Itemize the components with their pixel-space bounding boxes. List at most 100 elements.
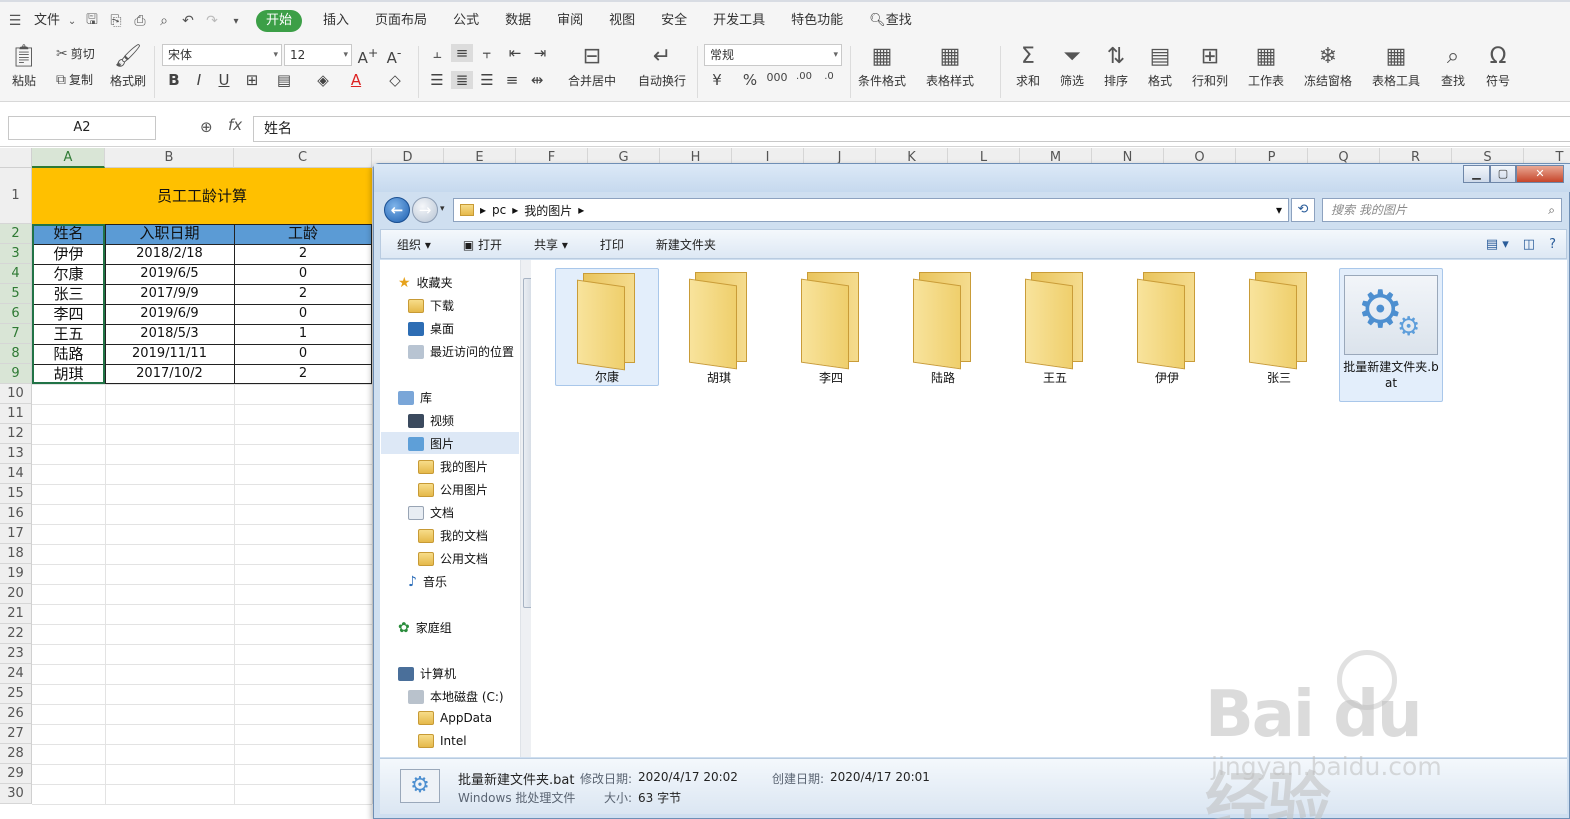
row-header[interactable]: 7 — [0, 324, 32, 344]
tab-7[interactable]: 安全 — [648, 1, 700, 41]
align-right-icon[interactable]: ☰ — [476, 71, 498, 89]
row-header[interactable]: 15 — [0, 484, 32, 504]
back-button[interactable]: ← — [384, 197, 410, 223]
row-header[interactable]: 22 — [0, 624, 32, 644]
help-icon[interactable]: ? — [1549, 237, 1556, 252]
italic-icon[interactable]: I — [188, 71, 210, 89]
row-header[interactable]: 16 — [0, 504, 32, 524]
fill-color-icon[interactable]: ◈ — [312, 71, 334, 89]
open-button[interactable]: ▣ 打开 — [447, 236, 518, 253]
align-bottom-icon[interactable]: ⫟ — [476, 44, 498, 62]
nav-videos[interactable]: 视频 — [408, 412, 454, 429]
row-header[interactable]: 20 — [0, 584, 32, 604]
number-format-select[interactable]: 常规 ▾ — [704, 44, 842, 66]
folder-item[interactable]: 王五 — [1003, 268, 1107, 386]
row-header[interactable]: 30 — [0, 784, 32, 804]
wrap-text-button[interactable]: ↵ 自动换行 — [638, 44, 686, 89]
freeze-button[interactable]: ❄ 冻结窗格 — [1304, 44, 1352, 89]
font-size-select[interactable]: 12 ▾ — [284, 44, 352, 66]
currency-icon[interactable]: ¥ — [706, 71, 728, 89]
decrease-decimal-icon[interactable]: .0 — [818, 71, 840, 82]
share-button[interactable]: 共享 ▾ — [518, 236, 584, 253]
breadcrumb-my-pictures[interactable]: 我的图片 — [524, 202, 572, 219]
row-header[interactable]: 12 — [0, 424, 32, 444]
tab-5[interactable]: 审阅 — [544, 1, 596, 41]
cut-button[interactable]: ✂ 剪切 — [56, 45, 95, 62]
tab-6[interactable]: 视图 — [596, 1, 648, 41]
merge-center-button[interactable]: ⊟ 合并居中 — [568, 44, 616, 89]
row-header[interactable]: 13 — [0, 444, 32, 464]
find-button[interactable]: ⌕ 查找 — [1441, 44, 1465, 89]
indent-increase-icon[interactable]: ⇥ — [529, 44, 551, 62]
nav-my-documents[interactable]: 我的文档 — [418, 527, 488, 544]
nav-appdata[interactable]: AppData — [418, 711, 492, 725]
new-folder-button[interactable]: 新建文件夹 — [640, 236, 732, 253]
history-dropdown-icon[interactable]: ▾ — [440, 204, 445, 214]
align-center-icon[interactable]: ≣ — [451, 71, 473, 89]
row-header[interactable]: 9 — [0, 364, 32, 384]
address-bar[interactable]: ▸ pc ▸ 我的图片 ▸ ▾ — [453, 198, 1289, 222]
format-painter-button[interactable]: 🖌︎ 格式刷 — [110, 44, 146, 89]
cell-style-icon[interactable]: ▤ — [273, 71, 295, 89]
row-header[interactable]: 17 — [0, 524, 32, 544]
row-header[interactable]: 8 — [0, 344, 32, 364]
folder-item[interactable]: 伊伊 — [1115, 268, 1219, 386]
row-header[interactable]: 25 — [0, 684, 32, 704]
row-header[interactable]: 18 — [0, 544, 32, 564]
redo-icon[interactable]: ↷ — [200, 1, 224, 41]
paste-button[interactable]: 📋︎ 粘贴 — [10, 44, 38, 89]
formula-input[interactable]: 姓名 — [253, 116, 1570, 142]
minimize-button[interactable]: ▁ — [1463, 165, 1490, 183]
breadcrumb-pc[interactable]: pc — [492, 203, 506, 217]
fx-icon[interactable]: fx — [228, 116, 242, 134]
column-header[interactable]: C — [234, 148, 372, 168]
row-header[interactable]: 4 — [0, 264, 32, 284]
column-header[interactable]: B — [105, 148, 234, 168]
table-tools-button[interactable]: ▦ 表格工具 — [1372, 44, 1420, 89]
increase-decimal-icon[interactable]: .00 — [793, 71, 815, 82]
save-icon[interactable]: 🖫 — [80, 1, 104, 41]
tab-3[interactable]: 公式 — [440, 1, 492, 41]
underline-icon[interactable]: U — [213, 71, 235, 89]
refresh-icon[interactable]: ⟲ — [1291, 198, 1315, 222]
thousands-icon[interactable]: 000 — [766, 71, 788, 84]
folder-item[interactable]: 尔康 — [555, 268, 659, 386]
eraser-icon[interactable]: ◇ — [384, 71, 406, 89]
window-titlebar[interactable]: ▁ ▢ ✕ — [374, 164, 1570, 192]
sum-button[interactable]: Σ 求和 — [1016, 44, 1040, 89]
organize-button[interactable]: 组织 ▾ — [381, 236, 447, 253]
indent-decrease-icon[interactable]: ⇤ — [504, 44, 526, 62]
format-button[interactable]: ▤ 格式 — [1148, 44, 1172, 89]
copy-button[interactable]: ⧉ 复制 — [56, 71, 93, 88]
search-input[interactable]: 搜索 我的图片 ⌕ — [1322, 198, 1562, 222]
hamburger-icon[interactable]: ☰ — [0, 1, 30, 41]
nav-public-documents[interactable]: 公用文档 — [418, 550, 488, 567]
nav-favorites[interactable]: ★ 收藏夹 — [398, 274, 453, 291]
row-header[interactable]: 5 — [0, 284, 32, 304]
nav-homegroup[interactable]: ✿ 家庭组 — [398, 619, 452, 636]
preview-icon[interactable]: ⌕ — [152, 1, 176, 41]
align-left-icon[interactable]: ☰ — [426, 71, 448, 89]
nav-public-pictures[interactable]: 公用图片 — [418, 481, 488, 498]
file-item-bat[interactable]: ⚙ ⚙ 批量新建文件夹.bat — [1339, 268, 1443, 402]
row-header[interactable]: 1 — [0, 168, 32, 224]
nav-pictures[interactable]: 图片 — [408, 435, 454, 452]
name-box[interactable]: A2 — [8, 116, 156, 140]
nav-intel[interactable]: Intel — [418, 734, 467, 748]
row-col-button[interactable]: ⊞ 行和列 — [1192, 44, 1228, 89]
filter-button[interactable]: ⏷ 筛选 — [1060, 44, 1084, 89]
folder-item[interactable]: 陆路 — [891, 268, 995, 386]
row-header[interactable]: 21 — [0, 604, 32, 624]
undo-icon[interactable]: ↶ — [176, 1, 200, 41]
font-shrink-icon[interactable]: A- — [383, 45, 405, 67]
table-style-button[interactable]: ▦ 表格样式 — [926, 44, 974, 89]
conditional-format-button[interactable]: ▦ 条件格式 — [858, 44, 906, 89]
row-header[interactable]: 3 — [0, 244, 32, 264]
close-button[interactable]: ✕ — [1516, 165, 1564, 183]
maximize-button[interactable]: ▢ — [1490, 165, 1516, 183]
nav-downloads[interactable]: 下载 — [408, 297, 454, 314]
font-color-icon[interactable]: A — [345, 71, 367, 89]
export-icon[interactable]: ⎘ — [104, 1, 128, 41]
preview-pane-icon[interactable]: ◫ — [1523, 237, 1535, 252]
row-header[interactable]: 2 — [0, 224, 32, 244]
